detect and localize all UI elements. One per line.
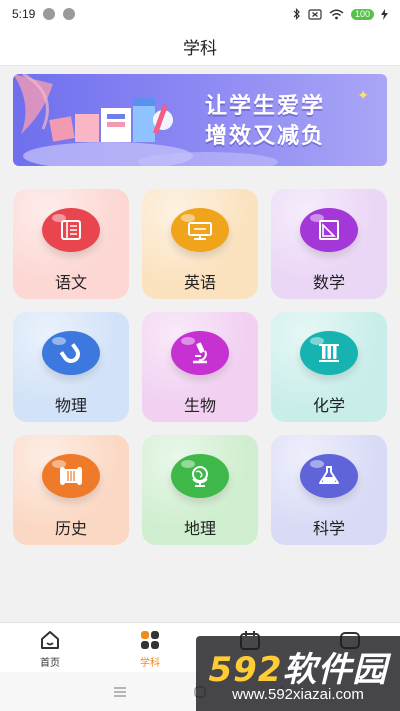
subject-label: 科学: [312, 519, 345, 538]
wifi-icon: [329, 9, 344, 19]
grid-icon: [140, 627, 160, 653]
tab-label: 首页: [40, 658, 60, 669]
promo-banner[interactable]: ✦ 让学生爱学 增效又减负: [13, 74, 387, 166]
watermark-brand: 592软件园: [196, 642, 400, 691]
abc-board-icon: [171, 208, 229, 252]
subject-label: 生物: [183, 396, 216, 415]
tab-subjects[interactable]: 学科: [100, 627, 200, 671]
subject-tile-geography[interactable]: 地理: [142, 435, 258, 545]
notification-icon: [63, 8, 76, 20]
protractor-icon: [300, 208, 358, 252]
sim-off-icon: [308, 8, 322, 20]
status-indicators: 100: [293, 8, 388, 20]
title-bar: 学科: [0, 28, 400, 66]
test-tubes-icon: [300, 331, 358, 375]
bluetooth-icon: [293, 8, 300, 20]
subject-tile-science[interactable]: 科学: [271, 435, 387, 545]
subject-tile-chemistry[interactable]: 化学: [271, 312, 387, 422]
tab-home[interactable]: 首页: [0, 627, 100, 671]
banner-line-1: 让学生爱学: [204, 94, 325, 119]
magnet-icon: [42, 331, 100, 375]
watermark-url: www.592xiazai.com: [232, 686, 364, 703]
watermark-text: 软件园: [282, 650, 388, 690]
charging-icon: [381, 8, 388, 20]
subject-tile-english[interactable]: 英语: [142, 189, 258, 299]
page-title: 学科: [183, 39, 217, 59]
subject-label: 地理: [183, 519, 216, 538]
subject-label: 数学: [312, 273, 345, 292]
microscope-icon: [171, 331, 229, 375]
subject-tile-math[interactable]: 数学: [271, 189, 387, 299]
notification-icon: [43, 8, 56, 20]
book-page-icon: [42, 208, 100, 252]
banner-text: 让学生爱学 增效又减负: [205, 92, 325, 152]
subject-tile-chinese[interactable]: 语文: [13, 189, 129, 299]
sparkle-icon: ✦: [357, 88, 369, 104]
home-icon: [39, 627, 61, 653]
scroll-icon: [42, 454, 100, 498]
tab-label: 学科: [140, 658, 160, 669]
subject-label: 历史: [54, 519, 87, 538]
status-bar: 5:19 100: [0, 0, 400, 28]
menu-icon[interactable]: [114, 686, 126, 697]
flask-icon: [300, 454, 358, 498]
banner-line-2: 增效又减负: [204, 124, 325, 149]
watermark-number: 592: [208, 650, 283, 690]
subject-tile-history[interactable]: 历史: [13, 435, 129, 545]
subject-tile-physics[interactable]: 物理: [13, 312, 129, 422]
subject-label: 物理: [54, 396, 87, 415]
subject-label: 语文: [54, 273, 87, 292]
subject-label: 化学: [312, 396, 345, 415]
battery-icon: 100: [350, 8, 374, 20]
globe-icon: [171, 454, 229, 498]
watermark: 592软件园 www.592xiazai.com: [196, 636, 400, 711]
subject-tile-biology[interactable]: 生物: [142, 312, 258, 422]
banner-illustration: [13, 74, 278, 166]
subject-label: 英语: [183, 273, 216, 292]
status-time: 5:19: [12, 7, 36, 21]
